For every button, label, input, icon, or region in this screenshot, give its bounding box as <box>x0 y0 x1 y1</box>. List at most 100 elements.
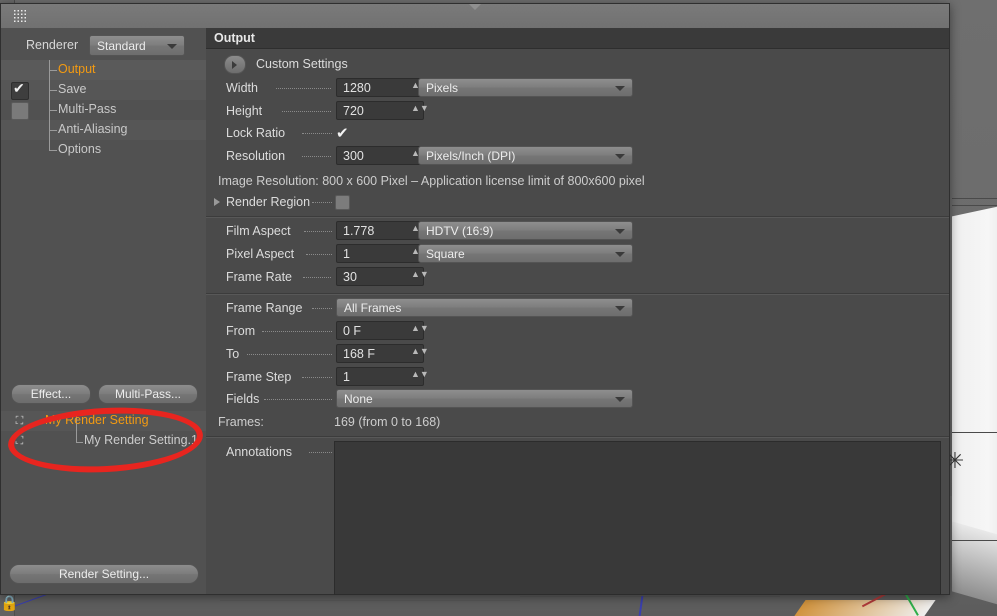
settings-tree: Output Save Multi-Pass Anti-Al <box>1 60 206 190</box>
fields-value: None <box>344 391 373 406</box>
chevron-down-icon <box>167 43 177 49</box>
custom-settings-toggle[interactable] <box>224 55 246 74</box>
width-row: Width 1280 Pixels <box>206 78 949 100</box>
multipass-checkbox[interactable] <box>11 102 29 120</box>
renderer-label: Renderer <box>26 38 79 52</box>
frame-range-value: All Frames <box>344 300 402 315</box>
fields-row: Fields None <box>206 389 949 411</box>
frame-rate-row: Frame Rate 30 <box>206 267 949 289</box>
resolution-input[interactable]: 300 <box>336 146 429 165</box>
viewport-floor-line <box>220 600 520 601</box>
width-unit-dropdown[interactable]: Pixels <box>418 78 633 97</box>
frame-step-label: Frame Step <box>226 370 292 384</box>
dot-leader <box>302 376 332 378</box>
section-divider <box>206 216 949 218</box>
resolution-unit-dropdown[interactable]: Pixels/Inch (DPI) <box>418 146 633 165</box>
chevron-right-icon[interactable] <box>214 198 220 206</box>
lock-ratio-label: Lock Ratio <box>226 126 286 140</box>
sidebar-action-buttons: Effect... Multi-Pass... <box>1 384 206 406</box>
pixel-aspect-stepper[interactable] <box>411 246 429 261</box>
multi-pass-button[interactable]: Multi-Pass... <box>98 384 198 404</box>
frames-value: 169 (from 0 to 168) <box>334 415 441 429</box>
sidebar-item-save[interactable]: Save <box>1 80 206 100</box>
dot-leader <box>264 398 332 400</box>
to-stepper[interactable] <box>411 346 429 361</box>
effect-button[interactable]: Effect... <box>11 384 91 404</box>
pixel-aspect-input[interactable]: 1 <box>336 244 429 263</box>
render-setting-button[interactable]: Render Setting... <box>9 564 199 584</box>
page-title: Output <box>214 31 255 45</box>
render-region-checkbox[interactable] <box>335 195 350 210</box>
resolution-stepper[interactable] <box>411 148 429 163</box>
dialog-titlebar[interactable] <box>1 4 949 29</box>
render-setting-icon: ⛶ <box>15 435 24 447</box>
sidebar-item-label: Multi-Pass <box>58 102 117 116</box>
dot-leader <box>247 353 332 355</box>
list-item[interactable]: ⛶ My Render Setting <box>1 411 206 431</box>
frame-rate-stepper[interactable] <box>411 269 429 284</box>
from-input[interactable]: 0 F <box>336 321 429 340</box>
to-label: To <box>226 347 240 361</box>
frame-step-value: 1 <box>343 370 350 384</box>
chevron-down-icon <box>615 85 625 91</box>
resolution-row: Resolution 300 Pixels/Inch (DPI) <box>206 146 949 168</box>
list-item[interactable]: ⛶ My Render Setting.1 <box>1 431 206 451</box>
viewport-edge-line <box>952 198 997 199</box>
window-grip-icon[interactable] <box>13 9 27 23</box>
custom-settings-label: Custom Settings <box>256 57 348 71</box>
height-row: Height 720 <box>206 101 949 123</box>
frame-step-stepper[interactable] <box>411 369 429 384</box>
chevron-down-icon <box>615 228 625 234</box>
width-label: Width <box>226 81 258 95</box>
dot-leader <box>302 155 331 157</box>
pixel-aspect-preset-value: Square <box>426 246 465 261</box>
panel-header: Output <box>206 28 949 49</box>
sidebar-item-multi-pass[interactable]: Multi-Pass <box>1 100 206 120</box>
pixel-aspect-label: Pixel Aspect <box>226 247 295 261</box>
pixel-aspect-row: Pixel Aspect 1 Square <box>206 244 949 266</box>
chevron-down-icon <box>615 153 625 159</box>
save-checkbox[interactable] <box>11 80 29 100</box>
height-input[interactable]: 720 <box>336 101 429 120</box>
to-input[interactable]: 168 F <box>336 344 429 363</box>
viewport-edge-line <box>952 205 997 206</box>
frame-rate-input[interactable]: 30 <box>336 267 429 286</box>
height-stepper[interactable] <box>411 103 429 118</box>
film-aspect-stepper[interactable] <box>411 223 429 238</box>
frame-range-dropdown[interactable]: All Frames <box>336 298 633 317</box>
chevron-down-icon[interactable] <box>469 4 481 10</box>
dot-leader <box>306 253 332 255</box>
annotations-textarea[interactable] <box>334 441 941 595</box>
fields-dropdown[interactable]: None <box>336 389 633 408</box>
film-aspect-label: Film Aspect <box>226 224 291 238</box>
from-stepper[interactable] <box>411 323 429 338</box>
dot-leader <box>302 132 332 134</box>
output-settings-panel: Output Custom Settings Width 1280 ▲ ▼ Pi… <box>206 28 949 595</box>
width-input[interactable]: 1280 <box>336 78 429 97</box>
frame-range-row: Frame Range All Frames <box>206 298 949 320</box>
dot-leader <box>262 330 332 332</box>
sidebar-item-output[interactable]: Output <box>1 60 206 80</box>
list-item-label: My Render Setting.1 <box>84 433 198 447</box>
pixel-aspect-preset-dropdown[interactable]: Square <box>418 244 633 263</box>
sidebar-item-label: Anti-Aliasing <box>58 122 128 136</box>
dot-leader <box>312 307 332 309</box>
chevron-down-icon <box>615 251 625 257</box>
width-stepper[interactable] <box>411 80 429 95</box>
lock-ratio-checkbox[interactable]: ✔ <box>336 124 349 142</box>
sidebar-item-label: Output <box>58 62 96 76</box>
sidebar-item-options[interactable]: Options <box>1 140 206 160</box>
film-aspect-input[interactable]: 1.778 <box>336 221 429 240</box>
from-value: 0 F <box>343 324 362 338</box>
render-settings-dialog: Renderer Standard Output Save <box>0 3 950 595</box>
renderer-dropdown[interactable]: Standard <box>89 35 185 56</box>
resolution-label: Resolution <box>226 149 286 163</box>
frame-step-row: Frame Step 1 <box>206 367 949 389</box>
film-aspect-preset-dropdown[interactable]: HDTV (16:9) <box>418 221 633 240</box>
annotations-label: Annotations <box>226 445 293 459</box>
dot-leader <box>309 451 332 453</box>
frame-step-input[interactable]: 1 <box>336 367 429 386</box>
sidebar-item-anti-aliasing[interactable]: Anti-Aliasing <box>1 120 206 140</box>
from-row: From 0 F <box>206 321 949 343</box>
frame-rate-label: Frame Rate <box>226 270 292 284</box>
